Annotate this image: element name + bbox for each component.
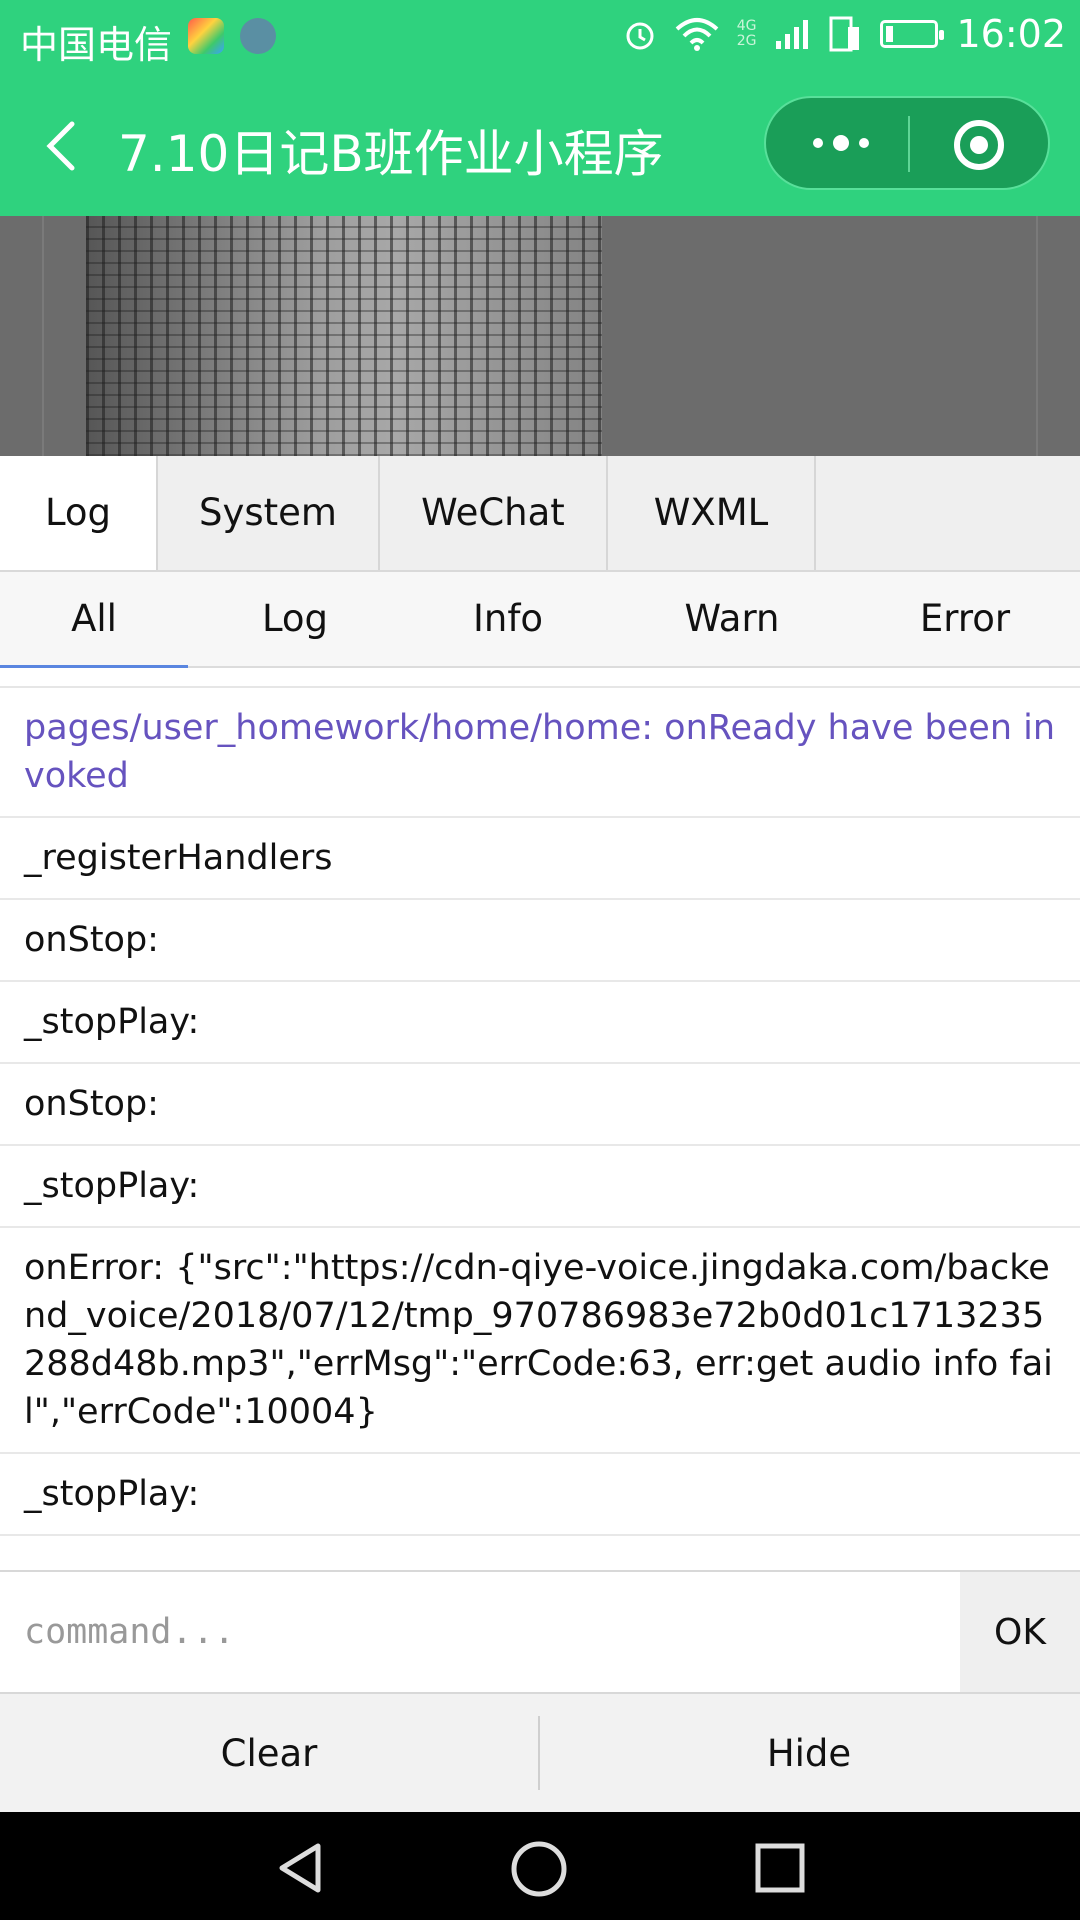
system-back-icon[interactable] <box>272 1840 328 1896</box>
log-list[interactable]: pages/user_homework/home/home: onReady h… <box>0 686 1080 1572</box>
log-entry: pages/user_homework/home/home: onReady h… <box>0 688 1080 818</box>
page-title: 7.10日记B班作业小程序 <box>118 125 664 183</box>
log-entry: onError: {"src":"https://cdn-qiye-voice.… <box>0 1228 1080 1454</box>
clear-button[interactable]: Clear <box>0 1694 538 1812</box>
page-preview <box>0 216 1080 456</box>
ok-button[interactable]: OK <box>960 1572 1080 1692</box>
log-entry: _stopPlay: <box>0 1454 1080 1536</box>
log-level-filter-bar: All Log Info Warn Error <box>0 572 1080 668</box>
filter-info[interactable]: Info <box>402 572 614 666</box>
mini-program-nav-bar: 7.10日记B班作业小程序 <box>0 76 1080 216</box>
log-entry: onStop: <box>0 1064 1080 1146</box>
status-indicators: 4G 2G 16:02 <box>623 12 1066 56</box>
log-entry: onStop: <box>0 900 1080 982</box>
clock-time: 16:02 <box>956 12 1066 56</box>
log-entry: _stopPlay: <box>0 1146 1080 1228</box>
console-footer: Clear Hide <box>0 1694 1080 1812</box>
app-notification-icon <box>188 18 224 54</box>
filter-all[interactable]: All <box>0 572 188 668</box>
system-recents-icon[interactable] <box>754 1840 806 1896</box>
network-type-badge: 4G 2G <box>736 18 757 49</box>
filter-warn[interactable]: Warn <box>614 572 850 666</box>
alarm-icon <box>626 22 654 50</box>
tab-wxml[interactable]: WXML <box>608 456 816 570</box>
close-target-icon[interactable] <box>952 118 1006 172</box>
more-dots-icon[interactable] <box>806 118 876 168</box>
filter-error[interactable]: Error <box>850 572 1080 666</box>
signal-icon <box>776 20 809 49</box>
wifi-icon <box>675 18 719 51</box>
command-input[interactable] <box>0 1572 958 1692</box>
graduation-cap-icon <box>240 18 276 54</box>
log-entry: _stopPlay: <box>0 982 1080 1064</box>
system-navigation-bar <box>0 1812 1080 1920</box>
battery-icon <box>880 20 945 48</box>
hide-button[interactable]: Hide <box>540 1694 1078 1812</box>
tab-log[interactable]: Log <box>0 456 158 570</box>
capsule-divider <box>908 116 910 172</box>
homework-photo <box>86 216 602 456</box>
sim-icon <box>829 16 860 52</box>
status-bar: 中国电信 4G 2G 16:02 <box>0 0 1080 76</box>
system-home-icon[interactable] <box>510 1840 568 1898</box>
tab-wechat[interactable]: WeChat <box>380 456 608 570</box>
console-tab-bar: Log System WeChat WXML <box>0 456 1080 572</box>
tab-system[interactable]: System <box>158 456 380 570</box>
filter-log[interactable]: Log <box>188 572 402 666</box>
capsule-menu <box>764 96 1050 190</box>
log-entry: _registerHandlers <box>0 818 1080 900</box>
command-bar: OK <box>0 1570 1080 1694</box>
back-arrow-icon[interactable] <box>40 118 88 174</box>
carrier-name: 中国电信 <box>20 23 173 67</box>
